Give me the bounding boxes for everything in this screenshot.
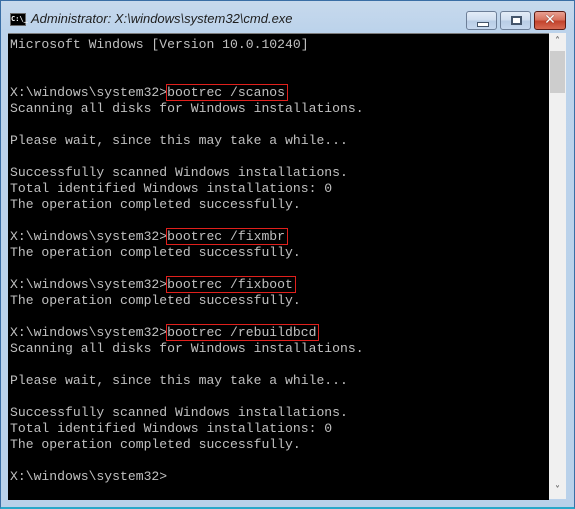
- minimize-button[interactable]: [466, 11, 497, 30]
- console-line: X:\windows\system32>bootrec /rebuildbcd: [10, 324, 364, 341]
- console-line: Successfully scanned Windows installatio…: [10, 405, 364, 421]
- command-prompt: X:\windows\system32>: [10, 85, 168, 100]
- console-line: X:\windows\system32>bootrec /fixmbr: [10, 228, 364, 245]
- output-text: Scanning all disks for Windows installat…: [10, 101, 364, 116]
- console-lines: Microsoft Windows [Version 10.0.10240] X:…: [10, 37, 364, 485]
- close-button[interactable]: ✕: [534, 11, 566, 30]
- console-line: Total identified Windows installations: …: [10, 181, 364, 197]
- output-text: Please wait, since this may take a while…: [10, 373, 348, 388]
- console-line: The operation completed successfully.: [10, 437, 364, 453]
- output-text: Microsoft Windows [Version 10.0.10240]: [10, 37, 309, 52]
- chevron-up-icon: ˄: [555, 36, 560, 47]
- highlighted-command: bootrec /fixmbr: [166, 228, 289, 245]
- console-line: Scanning all disks for Windows installat…: [10, 341, 364, 357]
- console-output[interactable]: Microsoft Windows [Version 10.0.10240] X:…: [8, 33, 549, 500]
- output-text: The operation completed successfully.: [10, 437, 301, 452]
- output-text: X:\windows\system32>: [10, 469, 168, 484]
- output-text: The operation completed successfully.: [10, 293, 301, 308]
- console-line: X:\windows\system32>: [10, 469, 364, 485]
- output-text: Total identified Windows installations: …: [10, 421, 333, 436]
- window-title: Administrator: X:\windows\system32\cmd.e…: [31, 11, 293, 26]
- console-line: Microsoft Windows [Version 10.0.10240]: [10, 37, 364, 53]
- scroll-up-button[interactable]: ˄: [549, 33, 566, 50]
- vertical-scrollbar[interactable]: ˄ ˅: [549, 33, 566, 499]
- maximize-icon: [511, 16, 522, 25]
- cmd-app-icon[interactable]: C:\_: [10, 13, 28, 26]
- command-prompt: X:\windows\system32>: [10, 229, 168, 244]
- close-icon: ✕: [544, 12, 556, 28]
- command-prompt: X:\windows\system32>: [10, 277, 168, 292]
- output-text: Successfully scanned Windows installatio…: [10, 165, 348, 180]
- console-line: Total identified Windows installations: …: [10, 421, 364, 437]
- chevron-down-icon: ˅: [555, 485, 560, 496]
- console-line: Scanning all disks for Windows installat…: [10, 101, 364, 117]
- cmd-window: C:\_ Administrator: X:\windows\system32\…: [0, 0, 575, 509]
- scrollbar-thumb[interactable]: [550, 51, 565, 93]
- scroll-down-button[interactable]: ˅: [549, 482, 566, 499]
- minimize-icon: [477, 22, 489, 27]
- highlighted-command: bootrec /fixboot: [166, 276, 296, 293]
- output-text: Total identified Windows installations: …: [10, 181, 333, 196]
- output-text: The operation completed successfully.: [10, 245, 301, 260]
- console-line: X:\windows\system32>bootrec /fixboot: [10, 276, 364, 293]
- console-line: The operation completed successfully.: [10, 293, 364, 309]
- maximize-button[interactable]: [500, 11, 531, 30]
- output-text: Please wait, since this may take a while…: [10, 133, 348, 148]
- console-line: X:\windows\system32>bootrec /scanos: [10, 84, 364, 101]
- highlighted-command: bootrec /rebuildbcd: [166, 324, 320, 341]
- output-text: Scanning all disks for Windows installat…: [10, 341, 364, 356]
- console-line: The operation completed successfully.: [10, 245, 364, 261]
- console-line: The operation completed successfully.: [10, 197, 364, 213]
- console-line: Please wait, since this may take a while…: [10, 373, 364, 389]
- console-line: Please wait, since this may take a while…: [10, 133, 364, 149]
- title-bar[interactable]: C:\_ Administrator: X:\windows\system32\…: [1, 1, 574, 33]
- highlighted-command: bootrec /scanos: [166, 84, 289, 101]
- command-prompt: X:\windows\system32>: [10, 325, 168, 340]
- console-line: Successfully scanned Windows installatio…: [10, 165, 364, 181]
- output-text: Successfully scanned Windows installatio…: [10, 405, 348, 420]
- output-text: The operation completed successfully.: [10, 197, 301, 212]
